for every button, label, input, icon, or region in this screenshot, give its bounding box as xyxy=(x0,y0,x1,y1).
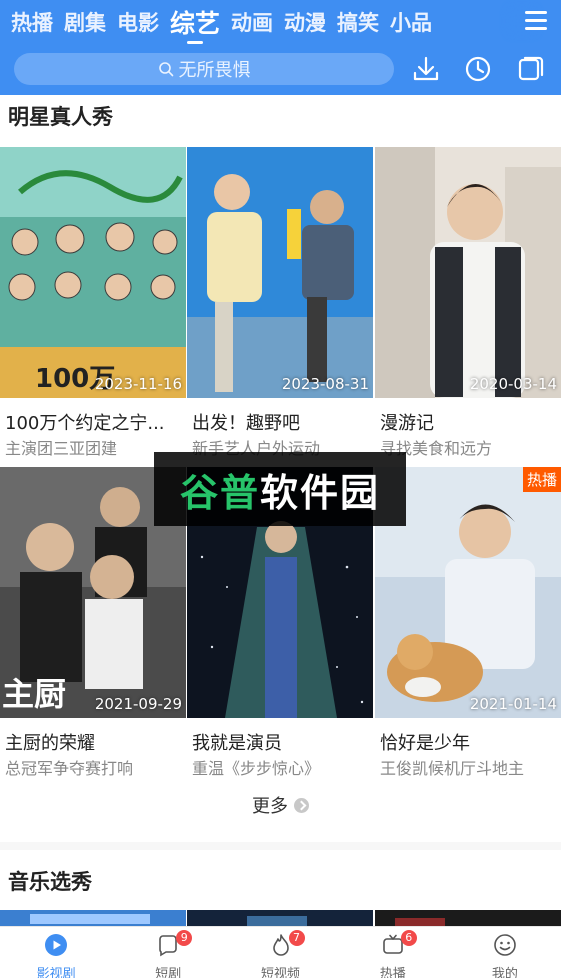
tab-sketch[interactable]: 小品 xyxy=(390,12,432,34)
tab-hot[interactable]: 热播 xyxy=(11,12,53,34)
section-divider xyxy=(0,842,561,850)
tab-movie[interactable]: 电影 xyxy=(117,12,159,34)
top-header: 热播 剧集 电影 综艺 动画 动漫 搞笑 小品 无所畏惧 xyxy=(0,0,561,95)
watermark-logo: 谷普 软件园 xyxy=(154,452,406,526)
hot-badge: 热播 xyxy=(522,467,561,492)
card-subtitle: 王俊凯候机厅斗地主 xyxy=(380,759,525,778)
menu-icon[interactable] xyxy=(525,11,547,31)
nav-item-dramas[interactable]: 影视剧 xyxy=(0,927,112,978)
watermark-text-a: 谷普 xyxy=(179,470,260,515)
poster-image: 2023-08-31 xyxy=(187,147,373,398)
notification-badge: 7 xyxy=(288,930,305,946)
multiscreen-icon[interactable] xyxy=(517,55,545,83)
bottom-nav: 影视剧 9 短剧 7 短视频 6 热播 我的 xyxy=(0,926,561,978)
section-title: 明星真人秀 xyxy=(8,105,113,129)
poster-image: 100万 2023-11-16 xyxy=(0,147,186,398)
nav-label: 短剧 xyxy=(155,967,182,978)
section-title: 音乐选秀 xyxy=(8,870,92,894)
card-title: 恰好是少年 xyxy=(380,733,470,754)
search-placeholder: 无所畏惧 xyxy=(178,60,251,81)
nav-item-hot[interactable]: 6 热播 xyxy=(337,927,449,978)
nav-label: 影视剧 xyxy=(36,967,76,978)
tab-anime[interactable]: 动漫 xyxy=(284,12,326,34)
watermark-text-b: 软件园 xyxy=(260,470,381,515)
card-subtitle: 主演团三亚团建 xyxy=(5,439,118,458)
notification-badge: 9 xyxy=(176,930,193,946)
release-date: 2021-09-29 xyxy=(94,695,182,713)
nav-item-short-video[interactable]: 7 短视频 xyxy=(224,927,336,978)
card-title: 主厨的荣耀 xyxy=(5,733,95,754)
card-title: 100万个约定之宁... xyxy=(5,413,165,434)
release-date: 2020-03-14 xyxy=(469,375,557,393)
chevron-right-icon xyxy=(294,797,309,813)
nav-label: 短视频 xyxy=(261,967,301,978)
release-date: 2021-01-14 xyxy=(469,695,557,713)
play-icon xyxy=(45,934,68,956)
search-bar[interactable]: 无所畏惧 xyxy=(14,53,394,85)
card-subtitle: 总冠军争夺赛打响 xyxy=(5,759,134,778)
search-icon xyxy=(158,62,173,77)
download-icon[interactable] xyxy=(412,55,440,83)
smiley-icon xyxy=(494,934,516,956)
tab-series[interactable]: 剧集 xyxy=(64,12,106,34)
nav-item-profile[interactable]: 我的 xyxy=(449,927,561,978)
card-subtitle: 重温《步步惊心》 xyxy=(192,759,321,778)
nav-label: 热播 xyxy=(379,967,406,978)
category-tabs: 热播 剧集 电影 综艺 动画 动漫 搞笑 小品 xyxy=(0,0,561,46)
release-date: 2023-08-31 xyxy=(281,375,369,393)
nav-label: 我的 xyxy=(491,967,518,978)
more-button[interactable]: 更多 xyxy=(0,792,561,818)
card-title: 漫游记 xyxy=(380,413,434,434)
tab-comedy[interactable]: 搞笑 xyxy=(337,12,379,34)
release-date: 2023-11-16 xyxy=(94,375,182,393)
nav-item-short-drama[interactable]: 9 短剧 xyxy=(112,927,224,978)
card-title: 我就是演员 xyxy=(192,733,282,754)
svg-text:主厨: 主厨 xyxy=(2,675,66,713)
more-label: 更多 xyxy=(252,796,288,817)
tab-animation[interactable]: 动画 xyxy=(231,12,273,34)
history-icon[interactable] xyxy=(464,55,492,83)
poster-image: 2020-03-14 xyxy=(375,147,561,398)
notification-badge: 6 xyxy=(400,930,417,946)
tab-variety[interactable]: 综艺 xyxy=(170,11,220,44)
card-title: 出发！趣野吧 xyxy=(192,413,300,434)
